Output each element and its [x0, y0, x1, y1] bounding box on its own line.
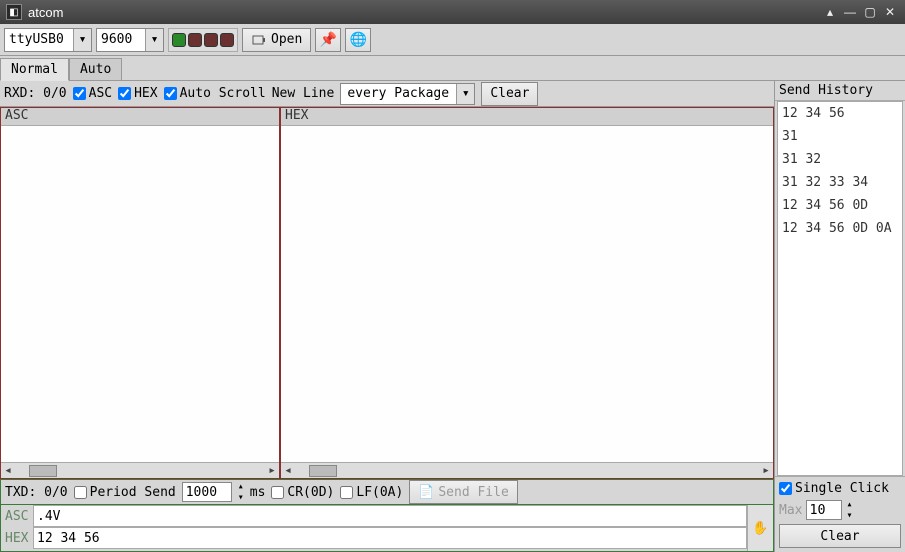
txd-label: TXD: 0/0 — [5, 485, 68, 500]
rollup-button[interactable]: ▴ — [821, 4, 839, 20]
status-leds — [168, 28, 238, 52]
newline-select[interactable]: every Package ▾ — [340, 83, 475, 105]
led-connected-icon — [172, 33, 186, 47]
ms-label: ms — [250, 485, 266, 500]
led-error-icon — [220, 33, 234, 47]
list-item[interactable]: 12 34 56 — [778, 102, 902, 125]
file-icon: 📄 — [418, 484, 434, 500]
asc-input-label: ASC — [1, 509, 33, 524]
open-button[interactable]: Open — [242, 28, 311, 52]
pin-icon: 📌 — [320, 32, 337, 48]
titlebar: ◧ atcom ▴ — ▢ ✕ — [0, 0, 905, 24]
list-item[interactable]: 12 34 56 0D — [778, 194, 902, 217]
hex-pane-body[interactable] — [281, 126, 773, 462]
asc-pane: ASC ◂▸ — [0, 107, 280, 479]
toolbar: ▾ ▾ Open 📌 🌐 — [0, 24, 905, 56]
hex-pane: HEX ◂▸ — [280, 107, 774, 479]
list-item[interactable]: 31 — [778, 125, 902, 148]
chevron-down-icon[interactable]: ▾ — [145, 29, 163, 51]
rx-bar: RXD: 0/0 ASC HEX Auto Scroll New Line ev… — [0, 81, 774, 107]
lf-checkbox[interactable]: LF(0A) — [340, 485, 403, 500]
list-item[interactable]: 31 32 33 34 — [778, 171, 902, 194]
globe-icon: 🌐 — [350, 32, 367, 48]
maximize-button[interactable]: ▢ — [861, 4, 879, 20]
hex-pane-header: HEX — [281, 108, 773, 126]
list-item[interactable]: 31 32 — [778, 148, 902, 171]
rxd-label: RXD: 0/0 — [4, 86, 67, 101]
app-icon: ◧ — [6, 4, 22, 20]
autoscroll-checkbox[interactable]: Auto Scroll — [164, 86, 266, 101]
max-label: Max — [779, 503, 802, 518]
window-title: atcom — [28, 5, 63, 20]
period-stepper[interactable]: ▴▾ — [238, 481, 244, 503]
send-inputs: ASC HEX ✋ — [0, 505, 774, 552]
chevron-down-icon[interactable]: ▾ — [456, 84, 474, 104]
tab-normal[interactable]: Normal — [0, 58, 69, 81]
send-button[interactable]: ✋ — [747, 505, 773, 551]
port-combo[interactable]: ▾ — [4, 28, 92, 52]
baud-input[interactable] — [97, 29, 145, 51]
baud-combo[interactable]: ▾ — [96, 28, 164, 52]
list-item[interactable]: 12 34 56 0D 0A — [778, 217, 902, 240]
period-send-checkbox[interactable]: Period Send — [74, 485, 176, 500]
history-header: Send History — [775, 81, 905, 101]
minimize-button[interactable]: — — [841, 4, 859, 20]
period-input[interactable] — [182, 482, 232, 502]
clear-rx-button[interactable]: Clear — [481, 82, 538, 106]
asc-pane-body[interactable] — [1, 126, 279, 462]
plug-icon — [251, 32, 267, 48]
chevron-down-icon[interactable]: ▾ — [73, 29, 91, 51]
tabs: Normal Auto — [0, 56, 905, 81]
port-input[interactable] — [5, 29, 73, 51]
open-label: Open — [271, 32, 302, 47]
led-tx-icon — [204, 33, 218, 47]
hex-scrollbar[interactable]: ◂▸ — [281, 462, 773, 478]
close-button[interactable]: ✕ — [881, 4, 899, 20]
globe-button[interactable]: 🌐 — [345, 28, 371, 52]
hand-icon: ✋ — [752, 521, 768, 536]
asc-pane-header: ASC — [1, 108, 279, 126]
pin-button[interactable]: 📌 — [315, 28, 341, 52]
led-rx-icon — [188, 33, 202, 47]
max-stepper[interactable]: ▴▾ — [846, 499, 852, 521]
asc-input[interactable] — [33, 505, 747, 527]
max-input[interactable] — [806, 500, 842, 520]
newline-value: every Package — [341, 86, 456, 101]
tab-auto[interactable]: Auto — [69, 58, 122, 80]
tx-bar: TXD: 0/0 Period Send ▴▾ ms CR(0D) LF(0A)… — [0, 479, 774, 505]
asc-scrollbar[interactable]: ◂▸ — [1, 462, 279, 478]
send-file-button[interactable]: 📄 Send File — [409, 480, 517, 504]
hex-input[interactable] — [33, 527, 747, 549]
newline-label: New Line — [272, 86, 335, 101]
asc-checkbox[interactable]: ASC — [73, 86, 112, 101]
history-list[interactable]: 12 34 56 31 31 32 31 32 33 34 12 34 56 0… — [777, 101, 903, 476]
hex-input-label: HEX — [1, 531, 33, 546]
cr-checkbox[interactable]: CR(0D) — [271, 485, 334, 500]
hex-checkbox[interactable]: HEX — [118, 86, 157, 101]
single-click-checkbox[interactable]: Single Click — [779, 481, 889, 496]
clear-history-button[interactable]: Clear — [779, 524, 901, 548]
